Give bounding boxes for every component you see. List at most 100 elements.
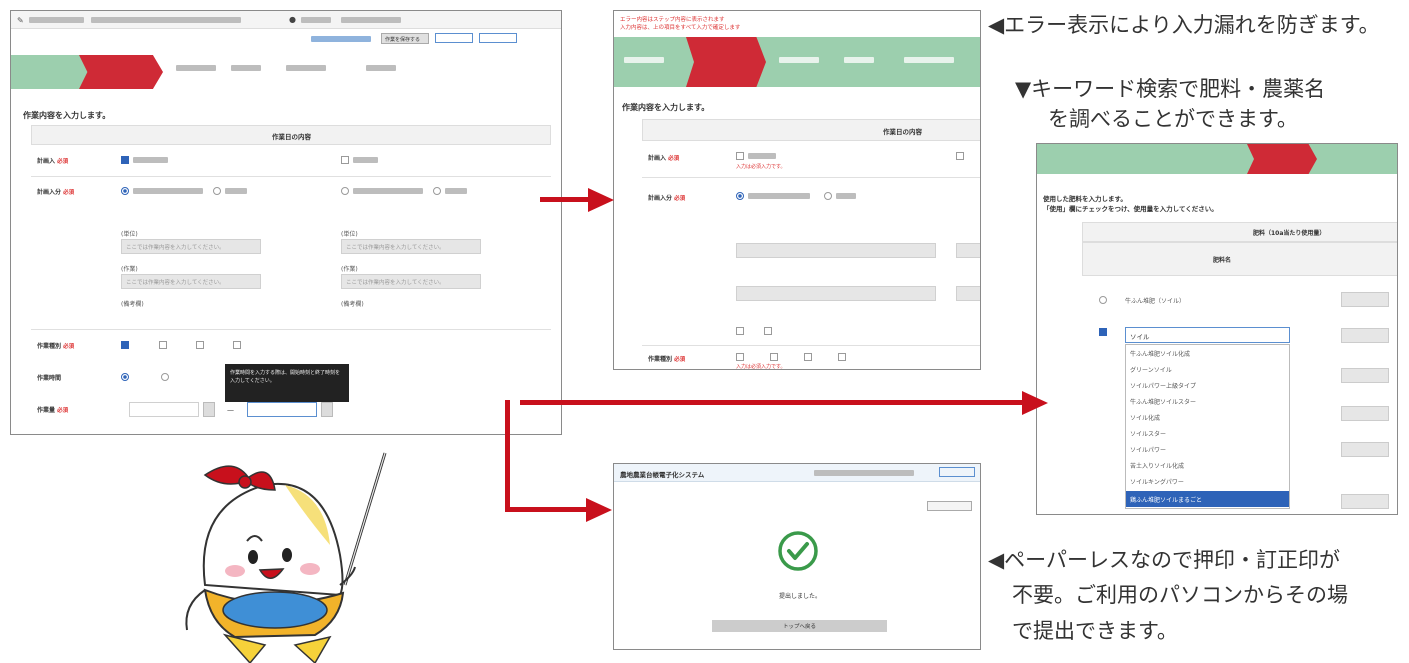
field-b1[interactable] bbox=[956, 243, 980, 258]
date-from[interactable] bbox=[129, 402, 199, 417]
row1-qty[interactable] bbox=[1341, 292, 1389, 307]
step-bar bbox=[614, 37, 980, 87]
suggestion-item[interactable]: ソイルキングパワー bbox=[1130, 477, 1184, 486]
row2-radio-b[interactable] bbox=[213, 187, 221, 195]
section-header: 作業日の内容 bbox=[31, 125, 551, 145]
row-label-1: 計画入 必須 bbox=[37, 158, 69, 165]
note-keyword-line1: ▼キーワード検索で肥料・農薬名 bbox=[1015, 77, 1326, 101]
suggestion-item[interactable]: ソイルパワー bbox=[1130, 445, 1166, 454]
arrow-to-error bbox=[540, 197, 590, 202]
date-to[interactable] bbox=[247, 402, 317, 417]
suggestion-item[interactable]: ソイルパワー上級タイプ bbox=[1130, 381, 1196, 390]
intro-text: 使用した肥料を入力します。 「使用」欄にチェックをつけ、使用量を入力してください… bbox=[1043, 195, 1218, 213]
row2-check-b[interactable] bbox=[764, 327, 772, 335]
field-a2[interactable] bbox=[736, 286, 936, 301]
row2-radio-a[interactable] bbox=[121, 187, 129, 195]
page-title: 作業内容を入力します。 bbox=[23, 111, 111, 120]
help-button[interactable] bbox=[479, 33, 517, 43]
row4-radio-a[interactable] bbox=[121, 373, 129, 381]
row2-radio-d[interactable] bbox=[433, 187, 441, 195]
step-current bbox=[79, 55, 163, 89]
error-message: エラー内容はステップ内容に表示されます 入力内容は、上の項目をすべて入力で確定し… bbox=[620, 17, 741, 31]
arrow-to-search bbox=[520, 400, 1025, 405]
done-text: 提出しました。 bbox=[779, 593, 822, 600]
row2-check-a[interactable] bbox=[736, 327, 744, 335]
row3-check-d[interactable] bbox=[838, 353, 846, 361]
row3-check-b[interactable] bbox=[770, 353, 778, 361]
note-keyword-line2: を調べることができます。 bbox=[1048, 107, 1298, 131]
guide-button[interactable] bbox=[435, 33, 473, 43]
row2-qty[interactable] bbox=[1341, 328, 1389, 343]
edit-icon: ✎ bbox=[17, 16, 24, 25]
calendar-icon[interactable] bbox=[203, 402, 215, 417]
row4-qty[interactable] bbox=[1341, 406, 1389, 421]
field-a1[interactable]: ここでは作業内容を入力してください。 bbox=[121, 239, 261, 254]
error-text: 入力は必須入力です。 bbox=[736, 164, 786, 170]
row-label-4: 作業時間 bbox=[37, 375, 62, 382]
step-current bbox=[686, 37, 766, 87]
row5-qty[interactable] bbox=[1341, 442, 1389, 457]
arrow-head bbox=[586, 498, 612, 522]
top-toolbar: ✎ ● bbox=[11, 11, 561, 29]
suggestion-item[interactable]: 牛ふん堆肥ソイル化成 bbox=[1130, 349, 1190, 358]
page-title: 作業内容を入力します。 bbox=[622, 103, 710, 112]
search-form-screenshot: 使用した肥料を入力します。 「使用」欄にチェックをつけ、使用量を入力してください… bbox=[1036, 143, 1398, 515]
row3-qty[interactable] bbox=[1341, 368, 1389, 383]
print-button[interactable] bbox=[927, 501, 972, 511]
user-icon: ● bbox=[289, 15, 296, 24]
field-a2[interactable]: ここでは作業内容を入力してください。 bbox=[121, 274, 261, 289]
note-paperless-line1: ◀ペーパーレスなので押印・訂正印が bbox=[988, 548, 1340, 572]
row1-use-check[interactable] bbox=[1099, 296, 1107, 304]
suggestion-item[interactable]: グリーンソイル bbox=[1130, 365, 1172, 374]
row-label-5: 作業量 必須 bbox=[37, 407, 69, 414]
row-label-3: 作業種別 必須 bbox=[648, 356, 686, 363]
row1-check-a[interactable] bbox=[121, 156, 129, 164]
arrow-head bbox=[1022, 391, 1048, 415]
field-b1[interactable]: ここでは作業内容を入力してください。 bbox=[341, 239, 481, 254]
complete-screenshot: 農地農業台帳電子化システム 提出しました。 トップへ戻る bbox=[613, 463, 981, 650]
row6-qty[interactable] bbox=[1341, 494, 1389, 509]
row3-check-c[interactable] bbox=[804, 353, 812, 361]
row1-check-b[interactable] bbox=[341, 156, 349, 164]
error-form-screenshot: エラー内容はステップ内容に表示されます 入力内容は、上の項目をすべて入力で確定し… bbox=[613, 10, 981, 370]
row2-radio-a[interactable] bbox=[736, 192, 744, 200]
main-form-screenshot: ✎ ● 作業を保存する 作業内容を入力します。 作業日の内容 計画入 必須 計画… bbox=[10, 10, 562, 435]
suggestion-item[interactable]: 牛ふん堆肥ソイルスター bbox=[1130, 397, 1196, 406]
suggestion-list: 牛ふん堆肥ソイル化成 グリーンソイル ソイルパワー上級タイプ 牛ふん堆肥ソイルス… bbox=[1125, 344, 1290, 509]
arrow-to-complete bbox=[505, 507, 589, 512]
arrow-head bbox=[588, 188, 614, 212]
suggestion-item[interactable]: 苦土入りソイル化成 bbox=[1130, 461, 1184, 470]
row-label-2: 計画入分 必須 bbox=[37, 189, 75, 196]
fertilizer-search-input[interactable]: ソイル bbox=[1125, 327, 1290, 343]
field-b2[interactable]: ここでは作業内容を入力してください。 bbox=[341, 274, 481, 289]
back-to-top-button[interactable]: トップへ戻る bbox=[712, 620, 887, 632]
suggestion-item[interactable]: ソイルスター bbox=[1130, 429, 1166, 438]
note-paperless-line2: 不要。ご利用のパソコンからその場 bbox=[1012, 583, 1348, 607]
row2-radio-c[interactable] bbox=[341, 187, 349, 195]
row1-check-b[interactable] bbox=[956, 152, 964, 160]
row4-radio-b[interactable] bbox=[161, 373, 169, 381]
step-current bbox=[1247, 144, 1317, 174]
header-actions: 作業を保存する bbox=[11, 31, 561, 47]
calendar-icon[interactable] bbox=[321, 402, 333, 417]
save-draft-button[interactable]: 作業を保存する bbox=[381, 33, 429, 44]
table-header: 肥料（10a当たり使用量） bbox=[1082, 222, 1397, 242]
row3-check-a[interactable] bbox=[121, 341, 129, 349]
row-label-2: 計画入分 必須 bbox=[648, 195, 686, 202]
row3-check-a[interactable] bbox=[736, 353, 744, 361]
row2-radio-b[interactable] bbox=[824, 192, 832, 200]
row3-check-b[interactable] bbox=[159, 341, 167, 349]
row2-use-check[interactable] bbox=[1099, 328, 1107, 336]
row3-check-d[interactable] bbox=[233, 341, 241, 349]
row3-check-c[interactable] bbox=[196, 341, 204, 349]
logout-button[interactable] bbox=[939, 467, 975, 477]
section-header: 作業日の内容 bbox=[642, 119, 980, 141]
mascot-illustration bbox=[165, 445, 395, 663]
error-text: 入力は必須入力です。 bbox=[736, 364, 786, 370]
suggestion-item[interactable]: ソイル化成 bbox=[1130, 413, 1160, 422]
row1-check-a[interactable] bbox=[736, 152, 744, 160]
field-a1[interactable] bbox=[736, 243, 936, 258]
field-b2[interactable] bbox=[956, 286, 980, 301]
table-subheader: 肥料名 bbox=[1082, 242, 1397, 276]
suggestion-item-selected[interactable]: 鶏ふん堆肥ソイルまるごと bbox=[1126, 491, 1289, 507]
